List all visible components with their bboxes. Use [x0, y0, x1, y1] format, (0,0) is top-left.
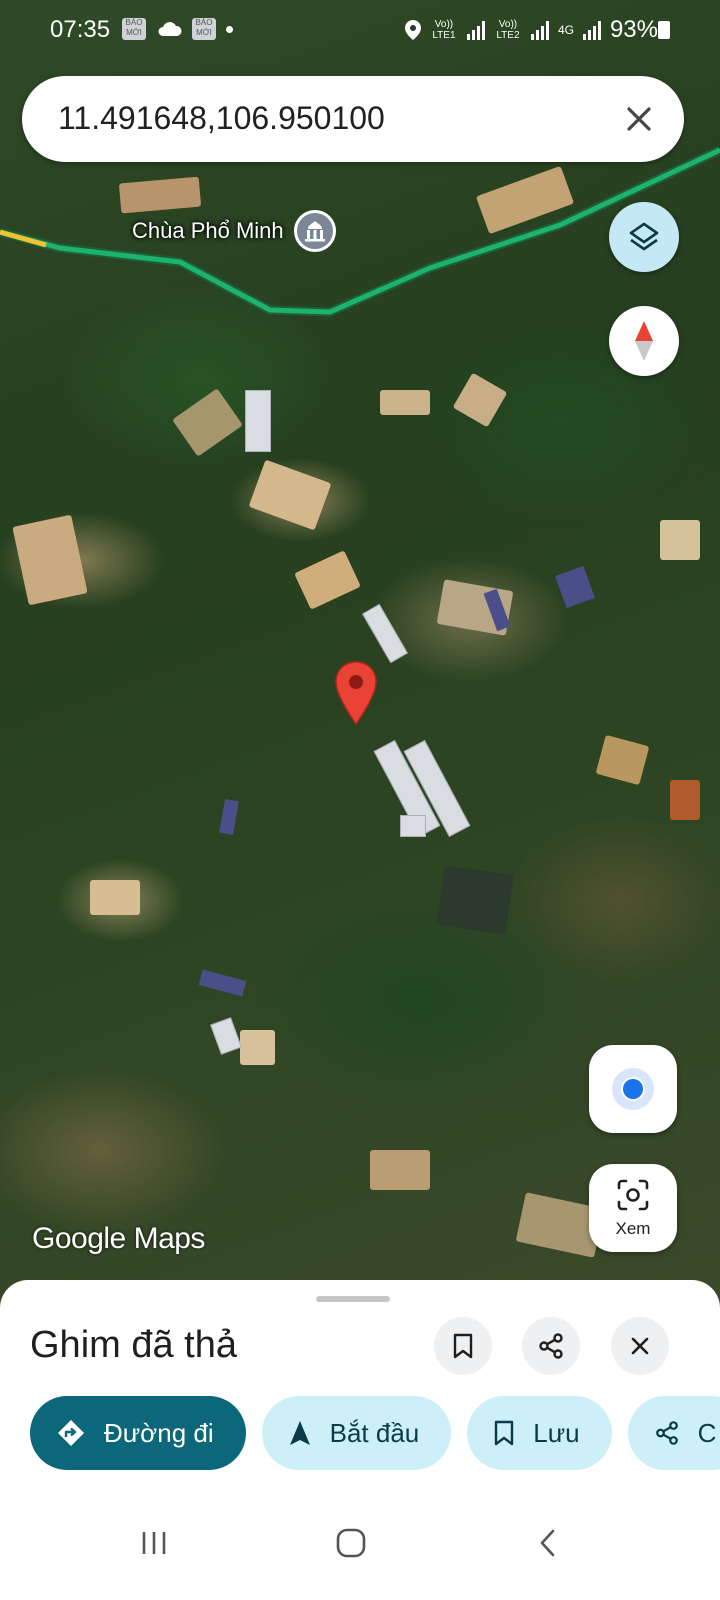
battery-icon	[658, 21, 670, 39]
location-icon	[404, 20, 421, 40]
home-button[interactable]	[321, 1518, 381, 1568]
save-chip[interactable]: Lưu	[467, 1396, 612, 1470]
map-field	[240, 1030, 275, 1065]
share-chip[interactable]: C	[627, 1396, 720, 1470]
search-bar[interactable]: 11.491648,106.950100	[22, 76, 684, 162]
google-maps-watermark: Google Maps	[32, 1222, 205, 1255]
close-sheet-button[interactable]	[611, 1317, 669, 1375]
sheet-title: Ghim đã thả	[30, 1324, 237, 1366]
street-view-button[interactable]: Xem	[589, 1164, 677, 1252]
map-field	[370, 1150, 430, 1190]
home-icon	[336, 1528, 366, 1558]
close-icon	[631, 1337, 649, 1355]
compass-icon	[635, 321, 653, 361]
start-chip[interactable]: Bắt đầu	[261, 1396, 452, 1470]
search-query[interactable]: 11.491648,106.950100	[58, 100, 385, 137]
map-field	[660, 520, 700, 560]
bookmark-button[interactable]	[434, 1317, 492, 1375]
map-field	[436, 865, 514, 935]
dot-icon	[226, 25, 233, 33]
map-field	[248, 459, 332, 531]
sim1-label: Vo)) LTE1	[432, 19, 456, 41]
poi-label: Chùa Phổ Minh	[132, 218, 284, 243]
map-building	[245, 390, 271, 452]
cloud-icon	[158, 22, 182, 36]
bookmark-icon	[495, 1420, 514, 1446]
my-location-icon	[612, 1068, 654, 1110]
action-chips: Đường đi Bắt đầu Lưu C	[30, 1396, 720, 1470]
directions-icon	[58, 1420, 84, 1446]
status-time: 07:35	[50, 16, 111, 43]
battery-percent: 93%	[609, 16, 658, 43]
dropped-pin-icon[interactable]	[333, 660, 379, 726]
close-icon[interactable]	[620, 100, 658, 138]
directions-chip[interactable]: Đường đi	[30, 1396, 246, 1470]
back-button[interactable]	[518, 1518, 578, 1568]
network-type: 4G	[557, 22, 574, 37]
start-label: Bắt đầu	[329, 1417, 420, 1448]
share-button[interactable]	[522, 1317, 580, 1375]
signal-icon	[582, 21, 601, 40]
system-nav-bar	[0, 1490, 720, 1600]
share-icon	[539, 1333, 563, 1359]
map-building	[210, 1017, 242, 1055]
layers-icon	[629, 222, 659, 251]
share-icon	[655, 1421, 678, 1445]
map-solar-panel	[219, 799, 239, 835]
app-badge: BÁO MỚI	[122, 18, 146, 40]
signal-icon	[466, 21, 485, 40]
xem-label: Xem	[615, 1219, 651, 1238]
my-location-button[interactable]	[589, 1045, 677, 1133]
directions-label: Đường đi	[104, 1417, 214, 1448]
drag-handle[interactable]	[316, 1296, 390, 1302]
map-field	[380, 390, 430, 415]
layers-button[interactable]	[609, 202, 679, 272]
share-label: C	[697, 1417, 717, 1448]
place-sheet[interactable]: Ghim đã thả Đường đi Bắt đầu Lưu C	[0, 1280, 720, 1490]
save-label: Lưu	[533, 1417, 580, 1448]
app-badge: BÁO MỚI	[192, 18, 216, 40]
status-bar: 07:35 BÁO MỚI BÁO MỚI Vo)) LTE1 Vo)) LTE…	[0, 0, 720, 58]
sim2-label: Vo)) LTE2	[496, 19, 520, 41]
back-icon	[540, 1529, 555, 1557]
map-field	[452, 372, 508, 428]
navigation-arrow-icon	[289, 1421, 310, 1445]
recent-apps-icon	[142, 1532, 166, 1554]
map-field	[595, 734, 650, 786]
map-solar-panel	[198, 969, 247, 997]
map-solar-panel	[555, 565, 595, 609]
map-field	[172, 388, 243, 457]
map-building	[362, 603, 408, 664]
compass-button[interactable]	[609, 306, 679, 376]
map-field	[294, 550, 361, 610]
bookmark-icon	[453, 1333, 473, 1359]
camera-scan-icon	[617, 1179, 649, 1211]
poi-marker[interactable]: Chùa Phổ Minh	[132, 210, 336, 252]
map-field	[670, 780, 700, 820]
signal-icon	[530, 21, 549, 40]
map-building	[400, 815, 426, 837]
recent-apps-button[interactable]	[124, 1518, 184, 1568]
map-field	[12, 514, 88, 606]
temple-icon	[293, 210, 336, 252]
map-field	[90, 880, 140, 915]
